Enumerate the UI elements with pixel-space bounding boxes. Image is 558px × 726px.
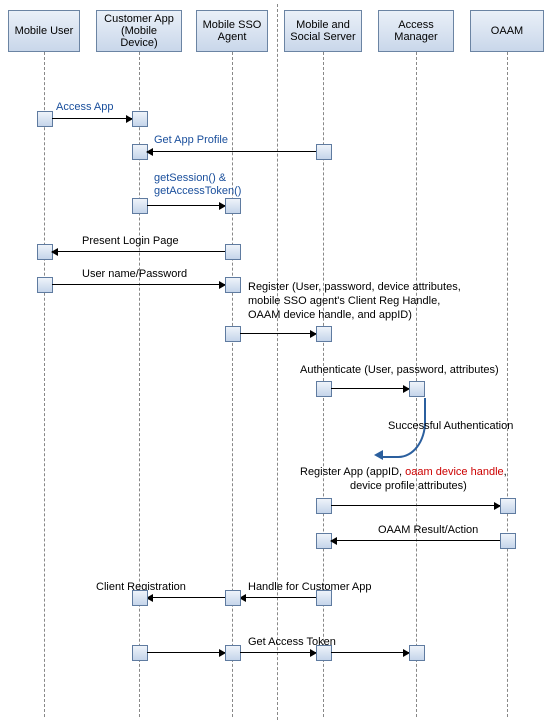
participant-mobile-sso-agent: Mobile SSO Agent [196,10,268,52]
activation-node [316,645,332,661]
msg-success-auth: Successful Authentication [388,420,513,432]
msg-oaam-result: OAAM Result/Action [378,524,478,536]
activation-node [316,381,332,397]
activation-node [225,645,241,661]
arrow-credentials [52,284,225,285]
msg-register-app-c: , [504,466,507,478]
msg-register-c: OAAM device handle, and appID) [248,309,412,321]
msg-register-app-line1: Register App (appID, oaam device handle, [300,466,507,478]
activation-node [409,645,425,661]
activation-node [132,198,148,214]
arrow-get-app-profile [147,151,316,152]
arrow-client-reg [147,597,225,598]
activation-node [132,645,148,661]
arrow-register [240,333,316,334]
activation-node [225,198,241,214]
msg-credentials: User name/Password [82,268,187,280]
msg-handle-app: Handle for Customer App [248,581,372,593]
arrow-authenticate [331,388,409,389]
arrow-register-app [331,505,500,506]
participant-label: Mobile and Social Server [289,19,357,43]
msg-getsession-b: getAccessToken() [154,185,241,197]
msg-register-b: mobile SSO agent's Client Reg Handle, [248,295,440,307]
activation-node [225,277,241,293]
msg-access-app: Access App [56,101,113,113]
sequence-diagram: { "participants": { "p0": "Mobile User",… [0,0,558,726]
activation-node [316,498,332,514]
arrow-handle-app [240,597,316,598]
msg-register-app-a: Register App (appID, [300,466,405,478]
arrow-get-token-2 [240,652,316,653]
participant-mobile-user: Mobile User [8,10,80,52]
msg-register-app-b: oaam device handle [405,466,503,478]
arrow-access-app [52,118,132,119]
msg-authenticate: Authenticate (User, password, attributes… [300,364,499,376]
participant-label: Customer App (Mobile Device) [101,13,177,49]
activation-node [316,590,332,606]
arrow-oaam-result [331,540,500,541]
lifeline-mobile-user [44,52,45,717]
msg-getsession-a: getSession() & [154,172,226,184]
activation-node [316,144,332,160]
lifeline-oaam [507,52,508,717]
msg-register-app-d: device profile attributes) [350,480,467,492]
activation-node [500,498,516,514]
activation-node [225,244,241,260]
msg-present-login: Present Login Page [82,235,179,247]
participant-mobile-social-server: Mobile and Social Server [284,10,362,52]
arrow-get-token-3 [331,652,409,653]
activation-node [316,326,332,342]
arrow-get-token-1 [147,652,225,653]
participant-oaam: OAAM [470,10,544,52]
participant-label: Mobile SSO Agent [201,19,263,43]
activation-node [225,326,241,342]
arrow-getsession [147,205,225,206]
participant-label: Mobile User [15,25,74,37]
msg-register-a: Register (User, password, device attribu… [248,281,461,293]
system-boundary-line [277,4,278,720]
activation-node [225,590,241,606]
participant-customer-app: Customer App (Mobile Device) [96,10,182,52]
msg-get-app-profile: Get App Profile [154,134,228,146]
participant-label: Access Manager [383,19,449,43]
activation-node [409,381,425,397]
participant-label: OAAM [491,25,523,37]
activation-node [132,111,148,127]
activation-node [500,533,516,549]
activation-node [132,590,148,606]
activation-node [37,111,53,127]
activation-node [37,277,53,293]
arrow-present-login [52,251,225,252]
participant-access-manager: Access Manager [378,10,454,52]
